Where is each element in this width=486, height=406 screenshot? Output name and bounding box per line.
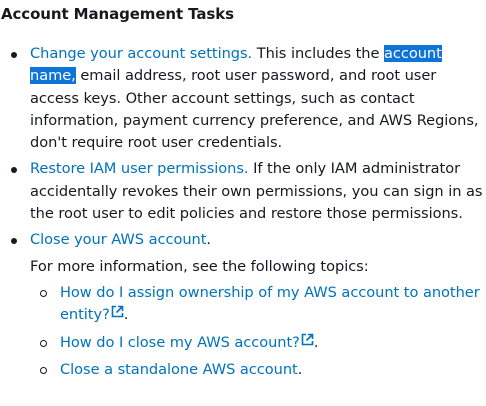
- task-text: This includes the: [252, 45, 384, 62]
- task-text: email address, root user password, and r…: [30, 67, 479, 152]
- restore-iam-permissions-link[interactable]: Restore IAM user permissions.: [30, 160, 249, 177]
- close-aws-account-link[interactable]: Close your AWS account: [30, 231, 206, 248]
- list-item: Close your AWS account. For more informa…: [1, 229, 486, 381]
- list-item: How do I assign ownership of my AWS acco…: [30, 282, 486, 327]
- change-account-settings-link[interactable]: Change your account settings.: [30, 45, 252, 62]
- list-item: Restore IAM user permissions. If the onl…: [1, 158, 486, 225]
- list-item: How do I close my AWS account?.: [30, 332, 486, 354]
- close-standalone-account-link[interactable]: Close a standalone AWS account: [60, 361, 298, 378]
- external-link-icon: [301, 333, 314, 346]
- topic-suffix: .: [313, 333, 319, 351]
- list-item: Close a standalone AWS account.: [30, 359, 486, 381]
- task-text: .: [206, 231, 211, 249]
- close-account-faq-link[interactable]: How do I close my AWS account?: [60, 333, 314, 351]
- topic-suffix: .: [123, 306, 129, 324]
- link-label: How do I close my AWS account?: [60, 333, 300, 351]
- list-item: Change your account settings. This inclu…: [1, 43, 486, 154]
- task-list: Change your account settings. This inclu…: [1, 43, 486, 381]
- external-link-icon: [111, 305, 124, 318]
- section-heading: Account Management Tasks: [1, 5, 234, 23]
- topic-list: How do I assign ownership of my AWS acco…: [30, 282, 486, 381]
- more-info-text: For more information, see the following …: [30, 257, 369, 275]
- page: Account Management Tasks Change your acc…: [0, 0, 486, 406]
- topic-suffix: .: [297, 360, 303, 378]
